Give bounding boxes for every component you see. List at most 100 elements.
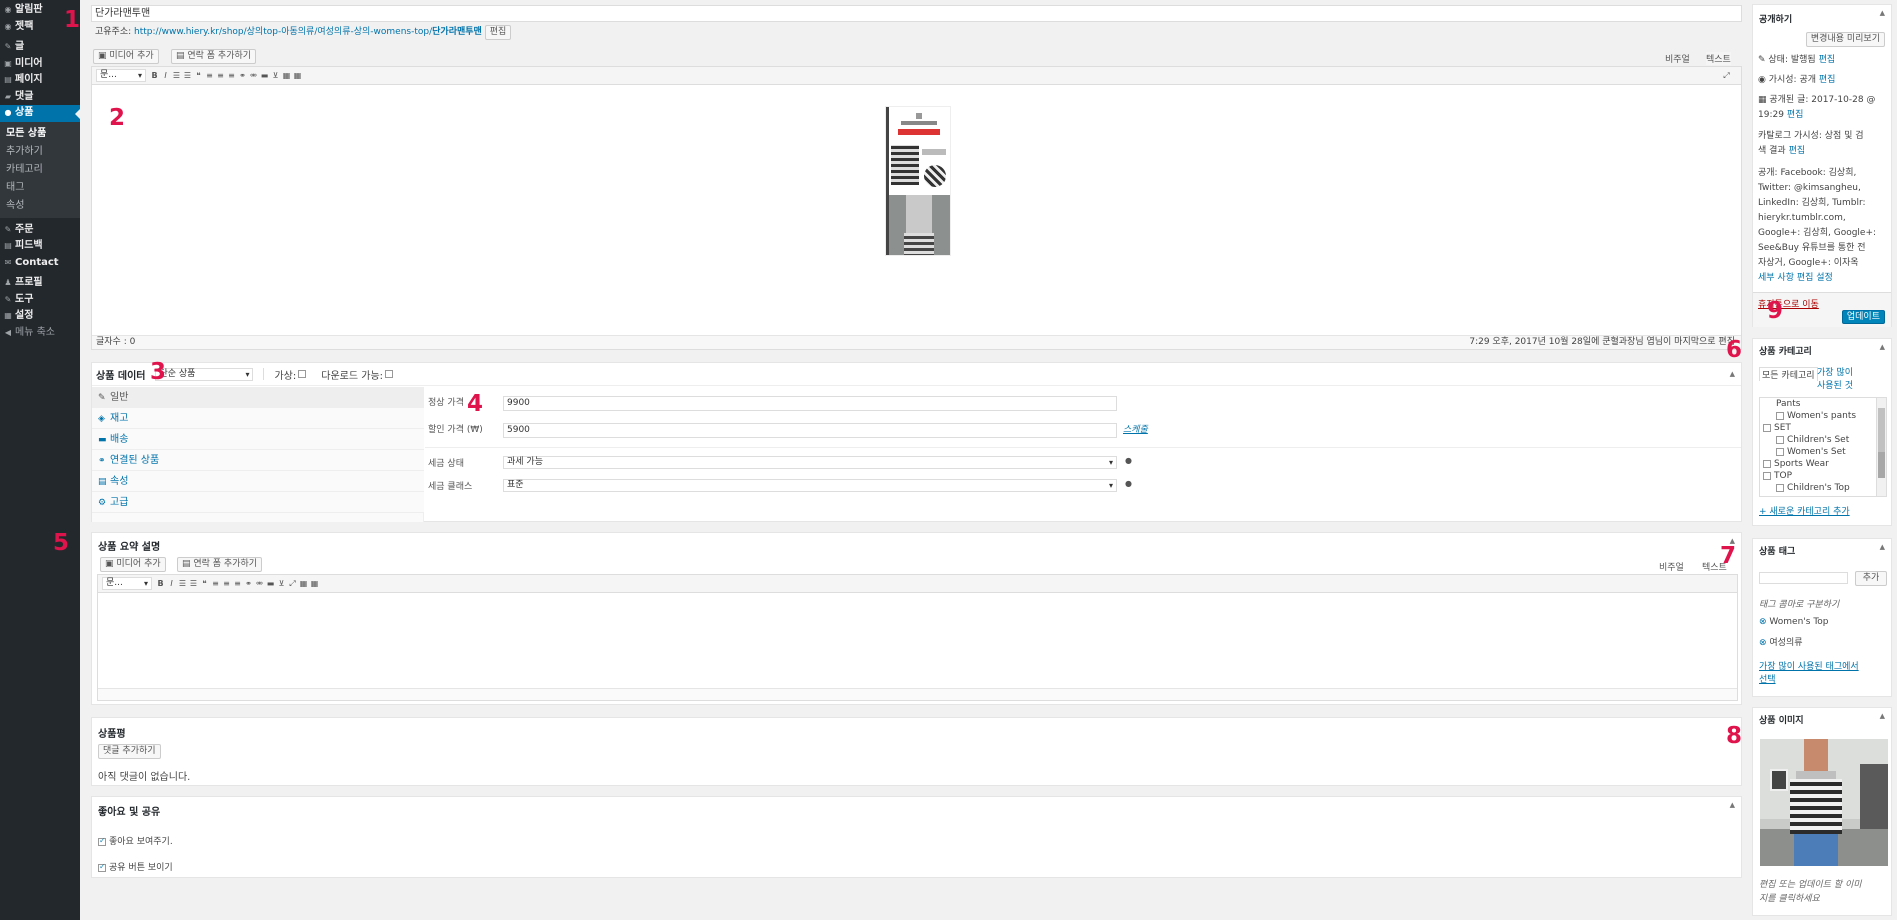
sidebar-item-profile[interactable]: ♟ 프로필 [0, 275, 80, 292]
fullscreen-icon[interactable]: ⤢ [1722, 71, 1731, 80]
bold-icon[interactable]: B [150, 71, 159, 80]
sidebar-sub-category[interactable]: 카테고리 [0, 161, 80, 179]
show-share-checkbox[interactable] [98, 862, 106, 872]
align-center-icon[interactable]: ≡ [216, 71, 225, 80]
align-left-icon[interactable]: ≡ [205, 71, 214, 80]
preview-changes-button[interactable]: 변경내용 미리보기 [1805, 32, 1885, 47]
read-more-icon[interactable]: ▬ [266, 579, 275, 588]
blockquote-icon[interactable]: ❝ [194, 71, 203, 80]
tax-status-select[interactable]: 과세 가능 ▾ [503, 456, 1117, 469]
sidebar-item-posts[interactable]: ✎ 글 [0, 39, 80, 56]
category-item[interactable]: Sports Wear [1763, 459, 1829, 469]
collapse-arrow-icon[interactable]: ▲ [1880, 9, 1885, 17]
tab-most-used-categories[interactable]: 가장 많이 사용된 것 [1817, 367, 1853, 393]
sidebar-sub-tag[interactable]: 태그 [0, 179, 80, 197]
toolbar-toggle-icon[interactable]: ⊻ [277, 579, 286, 588]
bullet-list-icon[interactable]: ☰ [172, 71, 181, 80]
category-item[interactable]: Children's Set [1776, 435, 1849, 445]
tab-linked-products[interactable]: ⚭ 연결된 상품 [92, 450, 424, 471]
collapse-arrow-icon[interactable]: ▲ [1730, 370, 1735, 378]
regular-price-input[interactable]: 9900 [503, 396, 1117, 411]
unlink-icon[interactable]: ⚮ [249, 71, 258, 80]
align-right-icon[interactable]: ≡ [233, 579, 242, 588]
tab-visual[interactable]: 비주얼 [1665, 52, 1690, 65]
italic-icon[interactable]: I [167, 579, 176, 588]
virtual-checkbox[interactable] [298, 370, 307, 378]
format-select[interactable]: 문... ▾ [102, 577, 152, 590]
remove-tag-icon[interactable]: ⊗ [1759, 617, 1769, 627]
tab-all-categories[interactable]: 모든 카테고리 [1759, 367, 1818, 381]
date-edit-link[interactable]: 편집 [1787, 110, 1804, 120]
sidebar-item-contact[interactable]: ✉ Contact [0, 255, 80, 272]
blockquote-icon[interactable]: ❝ [200, 579, 209, 588]
add-tag-button[interactable]: 추가 [1855, 571, 1887, 586]
catalog-edit-link[interactable]: 편집 [1789, 146, 1806, 156]
short-description-editor[interactable]: 문... ▾ B I ☰ ☰ ❝ ≡ ≡ ≡ ⚭ ⚮ ▬ ⊻ ⤢ ▦ ▦ [97, 574, 1738, 701]
toolbar-toggle-icon[interactable]: ⊻ [271, 71, 280, 80]
category-item[interactable]: SET [1763, 423, 1791, 433]
sidebar-item-collapse[interactable]: ◀ 메뉴 축소 [0, 325, 80, 342]
link-icon[interactable]: ⚭ [238, 71, 247, 80]
align-right-icon[interactable]: ≡ [227, 71, 236, 80]
category-item[interactable]: Women's pants [1776, 411, 1856, 421]
table-icon[interactable]: ▦ [282, 71, 291, 80]
title-input[interactable]: 단가라맨투맨 [91, 5, 1742, 22]
show-likes-checkbox[interactable] [98, 836, 106, 846]
format-select[interactable]: 문... ▾ [96, 69, 146, 82]
product-type-select[interactable]: 단순 상품 ▾ [155, 367, 254, 381]
collapse-arrow-icon[interactable]: ▲ [1880, 543, 1885, 551]
tab-visual[interactable]: 비주얼 [1659, 560, 1684, 573]
category-checkbox[interactable] [1776, 435, 1784, 444]
tab-attributes[interactable]: ▤ 속성 [92, 471, 424, 492]
category-checkbox[interactable] [1776, 447, 1784, 456]
sidebar-item-pages[interactable]: ▤ 페이지 [0, 72, 80, 89]
collapse-arrow-icon[interactable]: ▲ [1880, 712, 1885, 720]
category-item[interactable]: Pants [1776, 399, 1800, 409]
sidebar-sub-attributes[interactable]: 속성 [0, 197, 80, 215]
collapse-arrow-icon[interactable]: ▲ [1730, 801, 1735, 809]
add-contact-form-button[interactable]: ▤ 연락 폼 추가하기 [171, 49, 257, 64]
fullscreen-icon[interactable]: ⤢ [288, 579, 297, 588]
table-icon[interactable]: ▦ [299, 579, 308, 588]
show-share-option[interactable]: 공유 버튼 보이기 [98, 860, 173, 873]
tab-advanced[interactable]: ⚙ 고급 [92, 492, 424, 513]
permalink-url[interactable]: http://www.hiery.kr/shop/상의top-아동의류/여성의류… [134, 27, 482, 37]
sidebar-item-comments[interactable]: ▰ 댓글 [0, 89, 80, 106]
collapse-arrow-icon[interactable]: ▲ [1880, 343, 1885, 351]
sale-price-input[interactable]: 5900 [503, 423, 1117, 438]
sidebar-item-products[interactable]: ● 상품 [0, 105, 80, 122]
sidebar-sub-add[interactable]: 추가하기 [0, 143, 80, 161]
update-button[interactable]: 업데이트 [1841, 310, 1885, 324]
remove-tag-icon[interactable]: ⊗ [1759, 638, 1769, 648]
grid-icon[interactable]: ▦ [293, 71, 302, 80]
category-item[interactable]: Children's Top [1776, 483, 1850, 493]
tag-input[interactable] [1759, 572, 1848, 584]
add-new-category-link[interactable]: + 새로운 카테고리 추가 [1759, 504, 1850, 517]
tax-class-select[interactable]: 표준 ▾ [503, 479, 1117, 492]
category-item[interactable]: TOP [1763, 471, 1792, 481]
category-checkbox[interactable] [1776, 411, 1784, 420]
read-more-icon[interactable]: ▬ [260, 71, 269, 80]
tab-inventory[interactable]: ◈ 재고 [92, 408, 424, 429]
product-featured-image[interactable] [1760, 739, 1888, 866]
show-likes-option[interactable]: 좋아요 보여주기. [98, 834, 173, 847]
link-icon[interactable]: ⚭ [244, 579, 253, 588]
add-media-button[interactable]: ▣ 미디어 추가 [93, 49, 159, 64]
unlink-icon[interactable]: ⚮ [255, 579, 264, 588]
numbered-list-icon[interactable]: ☰ [189, 579, 198, 588]
add-comment-button[interactable]: 댓글 추가하기 [98, 744, 161, 759]
tab-general[interactable]: ✎ 일반 [92, 387, 424, 408]
schedule-link[interactable]: 스케줄 [1123, 422, 1148, 435]
most-used-tags-link[interactable]: 가장 많이 사용된 태그에서 선택 [1759, 661, 1859, 687]
sidebar-item-feedback[interactable]: ▤ 피드백 [0, 238, 80, 255]
align-center-icon[interactable]: ≡ [222, 579, 231, 588]
add-contact-form-button[interactable]: ▤ 연락 폼 추가하기 [177, 557, 263, 572]
permalink-edit-button[interactable]: 편집 [484, 25, 512, 40]
category-checkbox[interactable] [1763, 459, 1771, 468]
bold-icon[interactable]: B [156, 579, 165, 588]
category-item[interactable]: Women's Set [1776, 447, 1846, 457]
numbered-list-icon[interactable]: ☰ [183, 71, 192, 80]
italic-icon[interactable]: I [161, 71, 170, 80]
grid-icon[interactable]: ▦ [310, 579, 319, 588]
category-checkbox[interactable] [1763, 471, 1771, 480]
